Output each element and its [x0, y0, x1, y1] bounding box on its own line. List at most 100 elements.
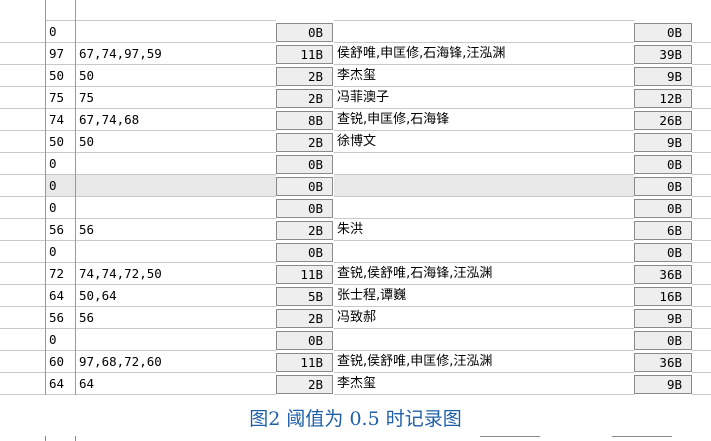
table-row: 56 56 2B 冯致郝 9B — [0, 307, 711, 329]
names-cell: 李杰玺 — [334, 65, 634, 87]
values-cell: 64 — [75, 373, 276, 395]
values-size-cell: 5B — [276, 287, 333, 306]
threshold-cell: 75 — [45, 87, 75, 109]
column-divider — [45, 0, 46, 395]
threshold-cell: 0 — [45, 329, 75, 351]
table-row-partial — [0, 0, 711, 21]
row-gutter-right — [692, 263, 711, 285]
row-gutter-right — [692, 109, 711, 131]
values-size-cell: 8B — [276, 111, 333, 130]
table-row: 0 0B 0B — [0, 21, 711, 43]
names-cell: 张士程,谭巍 — [334, 285, 634, 307]
table-row: 0 0B 0B — [0, 241, 711, 263]
names-size-cell: 36B — [634, 353, 692, 372]
values-size-cell: 0B — [276, 199, 333, 218]
threshold-cell: 50 — [45, 131, 75, 153]
values-size-cell: 2B — [276, 375, 333, 394]
bottom-segment — [612, 436, 672, 437]
row-gutter-right — [692, 87, 711, 109]
threshold-cell: 0 — [45, 21, 75, 43]
names-cell: 查锐,申匡修,石海锋 — [334, 109, 634, 131]
names-size-cell: 26B — [634, 111, 692, 130]
names-cell — [334, 153, 634, 175]
bottom-tick — [75, 436, 76, 441]
names-cell — [334, 241, 634, 263]
values-cell: 97,68,72,60 — [75, 351, 276, 373]
row-gutter-right — [692, 285, 711, 307]
column-divider — [75, 0, 76, 395]
row-gutter-right — [692, 307, 711, 329]
threshold-cell: 0 — [45, 241, 75, 263]
row-gutter-right — [692, 241, 711, 263]
threshold-cell: 97 — [45, 43, 75, 65]
values-cell: 74,74,72,50 — [75, 263, 276, 285]
values-cell — [75, 329, 276, 351]
names-cell: 李杰玺 — [334, 373, 634, 395]
names-size-cell: 16B — [634, 287, 692, 306]
row-gutter-right — [692, 175, 711, 197]
names-size-cell: 12B — [634, 89, 692, 108]
row-gutter-left — [0, 373, 45, 395]
threshold-cell: 0 — [45, 197, 75, 219]
row-gutter-left — [0, 241, 45, 263]
names-cell: 查锐,侯舒唯,石海锋,汪泓渊 — [334, 263, 634, 285]
table-row: 56 56 2B 朱洪 6B — [0, 219, 711, 241]
names-size-cell: 0B — [634, 331, 692, 350]
table-row: 0 0B 0B — [0, 197, 711, 219]
names-size-cell: 9B — [634, 133, 692, 152]
names-size-cell: 0B — [634, 199, 692, 218]
table-row: 0 0B 0B — [0, 175, 711, 197]
values-cell: 50 — [75, 65, 276, 87]
values-cell — [75, 197, 276, 219]
bottom-rule — [0, 436, 711, 441]
row-gutter-right — [692, 373, 711, 395]
values-cell — [75, 241, 276, 263]
row-gutter-left — [0, 21, 45, 43]
table-row: 64 50,64 5B 张士程,谭巍 16B — [0, 285, 711, 307]
names-cell — [334, 21, 634, 43]
row-gutter-right — [692, 351, 711, 373]
values-size-cell: 2B — [276, 133, 333, 152]
table-row: 0 0B 0B — [0, 329, 711, 351]
row-gutter-left — [0, 87, 45, 109]
threshold-cell: 0 — [45, 175, 75, 197]
threshold-cell: 0 — [45, 153, 75, 175]
values-size-cell: 0B — [276, 331, 333, 350]
threshold-cell: 64 — [45, 285, 75, 307]
values-size-cell: 0B — [276, 177, 333, 196]
names-size-cell: 9B — [634, 67, 692, 86]
names-size-cell: 0B — [634, 155, 692, 174]
row-gutter-right — [692, 21, 711, 43]
threshold-cell: 64 — [45, 373, 75, 395]
row-gutter-left — [0, 43, 45, 65]
names-cell — [334, 197, 634, 219]
names-cell: 朱洪 — [334, 219, 634, 241]
names-cell: 冯菲澳子 — [334, 87, 634, 109]
values-cell: 67,74,68 — [75, 109, 276, 131]
values-size-cell: 2B — [276, 67, 333, 86]
values-size-cell: 2B — [276, 309, 333, 328]
bottom-segment — [480, 436, 540, 437]
threshold-cell: 56 — [45, 307, 75, 329]
row-gutter-left — [0, 307, 45, 329]
table-row: 50 50 2B 徐博文 9B — [0, 131, 711, 153]
values-cell: 50,64 — [75, 285, 276, 307]
table-row: 60 97,68,72,60 11B 查锐,侯舒唯,申匡修,汪泓渊 36B — [0, 351, 711, 373]
row-gutter-left — [0, 153, 45, 175]
table-row: 64 64 2B 李杰玺 9B — [0, 373, 711, 395]
values-size-cell: 11B — [276, 353, 333, 372]
values-cell: 56 — [75, 219, 276, 241]
partial-cell — [75, 0, 276, 21]
values-size-cell: 11B — [276, 265, 333, 284]
row-gutter-right — [692, 329, 711, 351]
row-gutter-left — [0, 351, 45, 373]
names-size-cell: 39B — [634, 45, 692, 64]
threshold-cell: 56 — [45, 219, 75, 241]
values-cell: 56 — [75, 307, 276, 329]
row-gutter-right — [692, 219, 711, 241]
threshold-cell: 72 — [45, 263, 75, 285]
row-gutter-right — [692, 65, 711, 87]
row-gutter-right — [692, 197, 711, 219]
values-size-cell: 2B — [276, 221, 333, 240]
values-cell: 50 — [75, 131, 276, 153]
